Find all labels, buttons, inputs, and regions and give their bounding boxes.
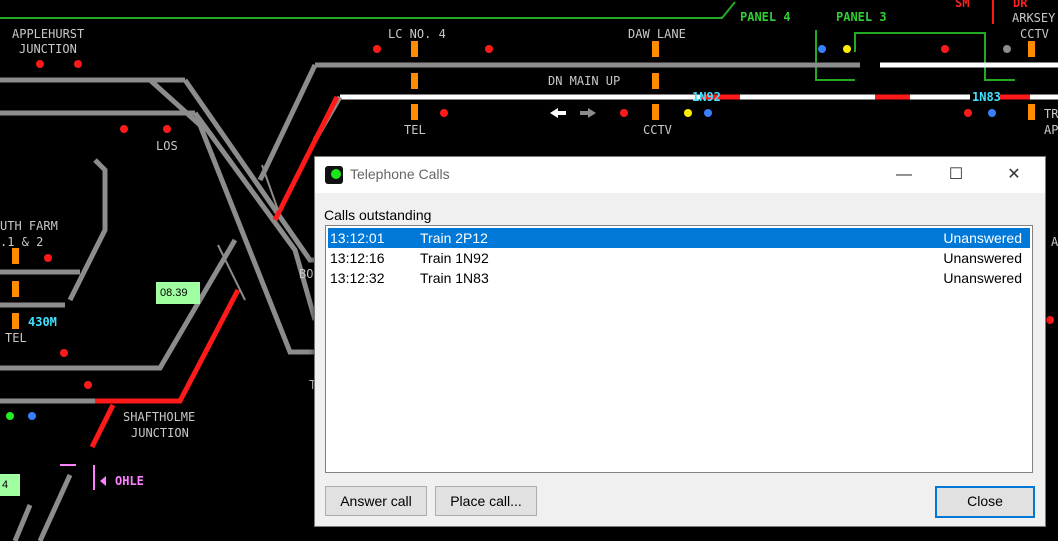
arksey-label: ARKSEY [1012, 11, 1056, 25]
calls-outstanding-label: Calls outstanding [324, 207, 432, 223]
track-red [95, 288, 241, 404]
track [37, 473, 73, 541]
answer-call-button[interactable]: Answer call [325, 486, 427, 516]
track-red [89, 403, 116, 449]
call-time: 13:12:16 [330, 250, 385, 266]
berth-time-box[interactable]: 08.39 [156, 282, 200, 304]
sm-label: SM [955, 0, 970, 10]
cctv-top-right-label: CCTV [1020, 27, 1049, 41]
place-call-button[interactable]: Place call... [435, 486, 537, 516]
shaftholme-junction-label: JUNCTION [131, 426, 189, 440]
dialog-title: Telephone Calls [350, 166, 450, 182]
call-row[interactable]: 13:12:16 Train 1N92 Unanswered [328, 248, 1030, 268]
call-row[interactable]: 13:12:01 Train 2P12 Unanswered [328, 228, 1030, 248]
tr-label: TR [1044, 107, 1058, 121]
tel-mid-label: TEL [404, 123, 426, 137]
lc-no4-label: LC NO. 4 [388, 27, 446, 41]
app-icon [325, 166, 343, 184]
berth-left-box[interactable]: 4 [0, 474, 20, 496]
cctv-mid-label: CCTV [643, 123, 672, 137]
berth-1n92[interactable]: 1N92 [692, 90, 721, 104]
call-train: Train 1N83 [420, 270, 489, 286]
panel3-label: PANEL 3 [836, 10, 887, 24]
window-close-button[interactable]: ✕ [991, 157, 1037, 193]
close-button[interactable]: Close [935, 486, 1035, 518]
bo-label: BO [299, 267, 314, 281]
los-label: LOS [156, 139, 178, 153]
daw-lane-label: DAW LANE [628, 27, 686, 41]
track [192, 111, 318, 321]
call-status: Unanswered [943, 230, 1022, 246]
dn-main-up-label: DN MAIN UP [548, 74, 621, 88]
berth-430m[interactable]: 430M [28, 315, 57, 329]
call-train: Train 1N92 [420, 250, 489, 266]
south-farm-label: UTH FARM [0, 219, 58, 233]
call-time: 13:12:01 [330, 230, 385, 246]
shaftholme-label: SHAFTHOLME [123, 410, 196, 424]
panel-boundary-line [0, 1, 736, 19]
call-time: 13:12:32 [330, 270, 385, 286]
dialog-titlebar[interactable]: Telephone Calls — ☐ ✕ [315, 157, 1045, 193]
calls-list[interactable]: 13:12:01 Train 2P12 Unanswered 13:12:16 … [325, 225, 1033, 473]
minimize-button[interactable]: — [881, 157, 927, 193]
crossover [217, 244, 246, 301]
call-row[interactable]: 13:12:32 Train 1N83 Unanswered [328, 268, 1030, 288]
track [12, 504, 33, 541]
call-status: Unanswered [943, 270, 1022, 286]
applehurst-junction-label: JUNCTION [19, 42, 77, 56]
ohle-label: OHLE [115, 474, 144, 488]
dr-label: DR [1013, 0, 1028, 10]
tel-left-label: TEL [5, 331, 27, 345]
applehurst-label: APPLEHURST [12, 27, 85, 41]
panel4-label: PANEL 4 [740, 10, 791, 24]
direction-arrow-icon [550, 108, 558, 118]
berth-1n83[interactable]: 1N83 [972, 90, 1001, 104]
panel-boundary-line [815, 30, 855, 81]
a-right-label: A [1051, 235, 1058, 249]
ap-label: AP [1044, 123, 1058, 137]
telephone-calls-dialog: Telephone Calls — ☐ ✕ Calls outstanding … [314, 156, 1046, 527]
ohle-arrow-icon [100, 476, 106, 486]
direction-arrow-icon [558, 111, 566, 115]
panel-boundary-line [854, 32, 1015, 81]
maximize-button[interactable]: ☐ [933, 157, 979, 193]
track [67, 158, 108, 302]
direction-arrow-icon [588, 108, 596, 118]
call-train: Train 2P12 [420, 230, 488, 246]
call-status: Unanswered [943, 250, 1022, 266]
track [257, 63, 318, 182]
direction-arrow-icon [580, 111, 588, 115]
south-farm-nos-label: .1 & 2 [0, 235, 44, 249]
